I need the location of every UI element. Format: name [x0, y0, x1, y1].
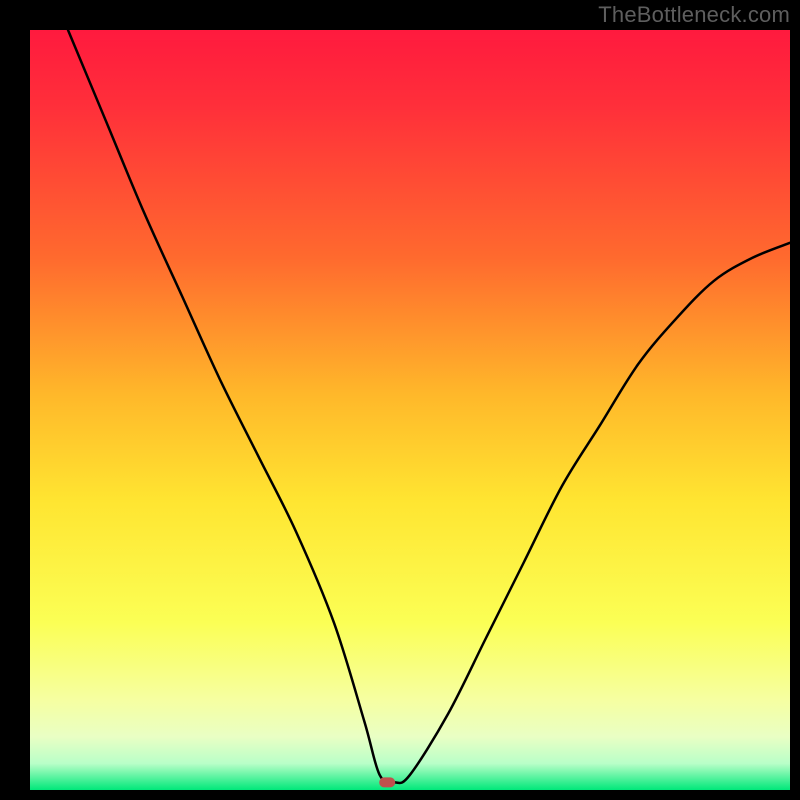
chart-frame: TheBottleneck.com: [0, 0, 800, 800]
watermark-text: TheBottleneck.com: [598, 2, 790, 28]
plot-background: [30, 30, 790, 790]
current-config-marker: [379, 777, 395, 787]
bottleneck-plot: [0, 0, 800, 800]
